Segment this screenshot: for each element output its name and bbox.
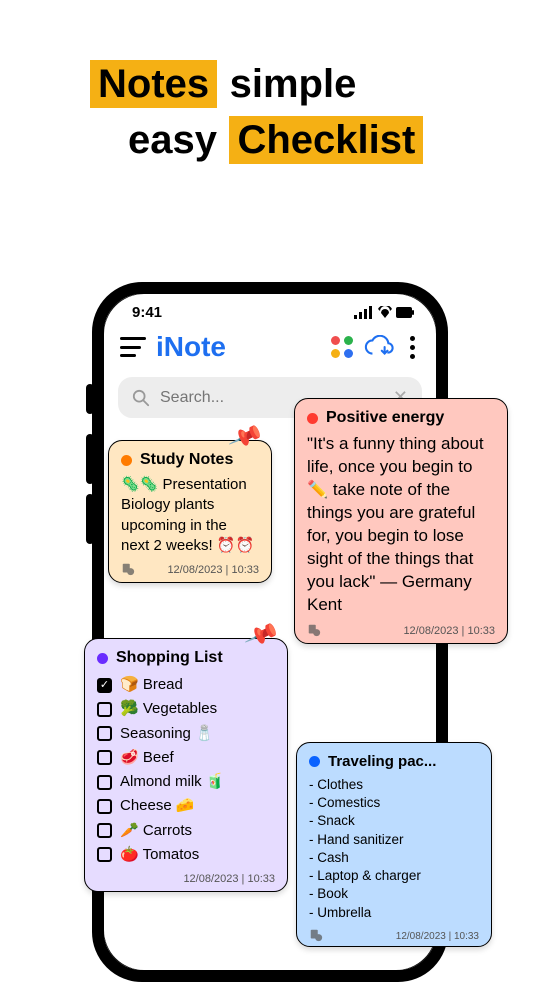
checkbox[interactable] (97, 847, 112, 862)
status-time: 9:41 (132, 304, 162, 321)
checkbox[interactable] (97, 750, 112, 765)
headline-word-4: Checklist (229, 116, 423, 164)
checklist-label: 🥩 Beef (120, 748, 174, 768)
note-body: - Clothes- Comestics- Snack- Hand saniti… (309, 776, 479, 922)
list-item: - Comestics (309, 794, 479, 812)
checklist-item[interactable]: Seasoning 🧂 (97, 722, 275, 746)
note-title: Traveling pac... (328, 753, 436, 770)
status-indicators (354, 304, 414, 321)
category-dot-icon (97, 653, 108, 664)
list-item: - Cash (309, 849, 479, 867)
note-timestamp: 12/08/2023 | 10:33 (403, 625, 495, 637)
checkbox[interactable] (97, 726, 112, 741)
checklist-item[interactable]: Cheese 🧀 (97, 794, 275, 818)
app-title: iNote (156, 331, 226, 363)
checkbox[interactable] (97, 799, 112, 814)
note-timestamp: 12/08/2023 | 10:33 (183, 873, 275, 885)
category-dot-icon (121, 455, 132, 466)
menu-icon[interactable] (120, 337, 146, 357)
app-toolbar: iNote (104, 325, 436, 369)
checklist: ✓ 🍞 Bread 🥦 Vegetables Seasoning 🧂 🥩 Beef Alm… (97, 673, 275, 867)
checklist-item[interactable]: 🥩 Beef (97, 746, 275, 770)
attachment-icon (307, 623, 321, 637)
status-bar: 9:41 (104, 294, 436, 325)
checklist-label: 🥕 Carrots (120, 821, 192, 841)
note-card-study[interactable]: 📌 Study Notes 🦠🦠 Presentation Biology pl… (108, 440, 272, 583)
checklist-label: 🍞 Bread (120, 675, 183, 695)
checklist-item[interactable]: 🍅 Tomatos (97, 843, 275, 867)
checkbox[interactable] (97, 775, 112, 790)
checkbox[interactable]: ✓ (97, 678, 112, 693)
note-title: Positive energy (326, 409, 444, 427)
category-dot-icon (307, 413, 318, 424)
note-timestamp: 12/08/2023 | 10:33 (167, 564, 259, 576)
list-item: - Snack (309, 812, 479, 830)
attachment-icon (121, 562, 135, 576)
color-grid-icon[interactable] (330, 335, 354, 359)
note-title: Study Notes (140, 451, 233, 469)
list-item: - Hand sanitizer (309, 831, 479, 849)
phone-side-button (86, 434, 94, 484)
checklist-item[interactable]: 🥦 Vegetables (97, 697, 275, 721)
checklist-label: Cheese 🧀 (120, 796, 195, 816)
cloud-sync-icon[interactable] (364, 335, 394, 359)
signal-wifi-battery-icon (354, 306, 414, 320)
list-item: - Umbrella (309, 904, 479, 922)
list-item: - Clothes (309, 776, 479, 794)
note-timestamp: 12/08/2023 | 10:33 (396, 931, 479, 942)
headline-word-2: simple (222, 60, 365, 108)
checklist-item[interactable]: 🥕 Carrots (97, 819, 275, 843)
attachment-icon (309, 928, 323, 942)
note-title: Shopping List (116, 649, 223, 667)
checklist-label: Seasoning 🧂 (120, 724, 214, 744)
headline-word-3: easy (120, 116, 225, 164)
checklist-label: 🥦 Vegetables (120, 699, 217, 719)
checklist-label: Almond milk 🧃 (120, 772, 225, 792)
note-card-shopping[interactable]: 📌 Shopping List ✓🍞 Bread🥦 VegetablesSeas… (84, 638, 288, 892)
checkbox[interactable] (97, 823, 112, 838)
checklist-label: 🍅 Tomatos (120, 845, 199, 865)
list-item: - Book (309, 885, 479, 903)
list-item: - Laptop & charger (309, 867, 479, 885)
checklist-item[interactable]: Almond milk 🧃 (97, 770, 275, 794)
note-body: 🦠🦠 Presentation Biology plants upcoming … (121, 475, 259, 556)
more-menu-icon[interactable] (404, 336, 420, 359)
phone-side-button (86, 384, 94, 414)
checklist-item[interactable]: ✓ 🍞 Bread (97, 673, 275, 697)
phone-side-button (86, 494, 94, 544)
note-body: "It's a funny thing about life, once you… (307, 433, 495, 617)
headline-word-1: Notes (90, 60, 217, 108)
category-dot-icon (309, 756, 320, 767)
note-card-travel[interactable]: Traveling pac... - Clothes- Comestics- S… (296, 742, 492, 947)
checkbox[interactable] (97, 702, 112, 717)
marketing-headline: Notes simple easy Checklist (0, 60, 540, 172)
note-card-positive[interactable]: Positive energy "It's a funny thing abou… (294, 398, 508, 644)
search-icon (132, 389, 150, 407)
